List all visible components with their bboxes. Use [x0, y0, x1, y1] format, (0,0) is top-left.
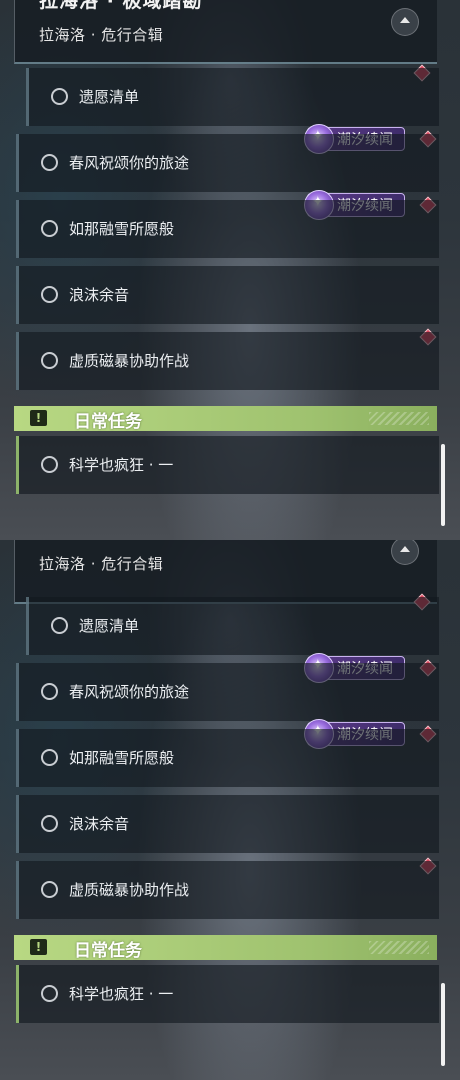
quest-circle-icon: [41, 881, 58, 898]
scrollbar[interactable]: [441, 444, 445, 526]
region-subtitle: 拉海洛 · 危行合辑: [39, 555, 164, 573]
region-header[interactable]: 拉海洛 · 极域踏勘 拉海洛 · 危行合辑: [14, 0, 437, 64]
quest-item[interactable]: 科学也疯狂 · 一: [16, 436, 439, 494]
quest-label: 科学也疯狂 · 一: [69, 456, 174, 474]
quest-circle-icon: [41, 352, 58, 369]
quest-label: 遗愿清单: [79, 617, 140, 635]
daily-alert-icon: !: [30, 410, 47, 426]
quest-panel-bottom: 拉海洛 · 极域踏勘 拉海洛 · 危行合辑 遗愿清单 潮汐续闻 春风祝颂你的旅途…: [0, 540, 460, 1080]
daily-quests-header[interactable]: ! 日常任务: [14, 935, 437, 961]
quest-item[interactable]: 浪沫余音: [16, 266, 439, 324]
region-header[interactable]: 拉海洛 · 极域踏勘 拉海洛 · 危行合辑: [14, 540, 437, 604]
quest-label: 浪沫余音: [69, 286, 130, 304]
daily-quests-title: 日常任务: [74, 412, 142, 432]
quest-circle-icon: [41, 456, 58, 473]
region-subtitle: 拉海洛 · 危行合辑: [39, 26, 164, 44]
quest-label: 春风祝颂你的旅途: [69, 683, 190, 701]
quest-panel-top: 拉海洛 · 极域踏勘 拉海洛 · 危行合辑 遗愿清单 潮汐续闻 春风祝颂你的旅途…: [0, 0, 460, 540]
quest-item[interactable]: 如那融雪所愿般: [16, 200, 439, 258]
quest-label: 春风祝颂你的旅途: [69, 154, 190, 172]
quest-item[interactable]: 春风祝颂你的旅途: [16, 663, 439, 721]
header-decoration: [369, 412, 429, 425]
quest-label: 遗愿清单: [79, 88, 140, 106]
collapse-arrow-icon[interactable]: [391, 540, 419, 565]
quest-item[interactable]: 浪沫余音: [16, 795, 439, 853]
quest-label: 如那融雪所愿般: [69, 220, 175, 238]
quest-circle-icon: [41, 154, 58, 171]
daily-quests-header[interactable]: ! 日常任务: [14, 406, 437, 432]
collapse-arrow-icon[interactable]: [391, 8, 419, 36]
daily-quests-title: 日常任务: [74, 941, 142, 961]
quest-circle-icon: [41, 220, 58, 237]
quest-item[interactable]: 春风祝颂你的旅途: [16, 134, 439, 192]
quest-item[interactable]: 虚质磁暴协助作战: [16, 861, 439, 919]
quest-label: 如那融雪所愿般: [69, 749, 175, 767]
quest-label: 科学也疯狂 · 一: [69, 985, 174, 1003]
quest-circle-icon: [41, 749, 58, 766]
quest-circle-icon: [41, 683, 58, 700]
quest-circle-icon: [51, 88, 68, 105]
quest-circle-icon: [41, 985, 58, 1002]
scrollbar[interactable]: [441, 983, 445, 1066]
daily-alert-icon: !: [30, 939, 47, 955]
quest-item[interactable]: 遗愿清单: [26, 597, 439, 655]
quest-label: 虚质磁暴协助作战: [69, 881, 190, 899]
quest-item[interactable]: 遗愿清单: [26, 68, 439, 126]
header-decoration: [369, 941, 429, 954]
quest-item[interactable]: 虚质磁暴协助作战: [16, 332, 439, 390]
quest-circle-icon: [41, 815, 58, 832]
region-title: 拉海洛 · 极域踏勘: [39, 0, 203, 12]
quest-label: 浪沫余音: [69, 815, 130, 833]
quest-label: 虚质磁暴协助作战: [69, 352, 190, 370]
quest-circle-icon: [41, 286, 58, 303]
quest-circle-icon: [51, 617, 68, 634]
quest-item[interactable]: 如那融雪所愿般: [16, 729, 439, 787]
quest-item[interactable]: 科学也疯狂 · 一: [16, 965, 439, 1023]
